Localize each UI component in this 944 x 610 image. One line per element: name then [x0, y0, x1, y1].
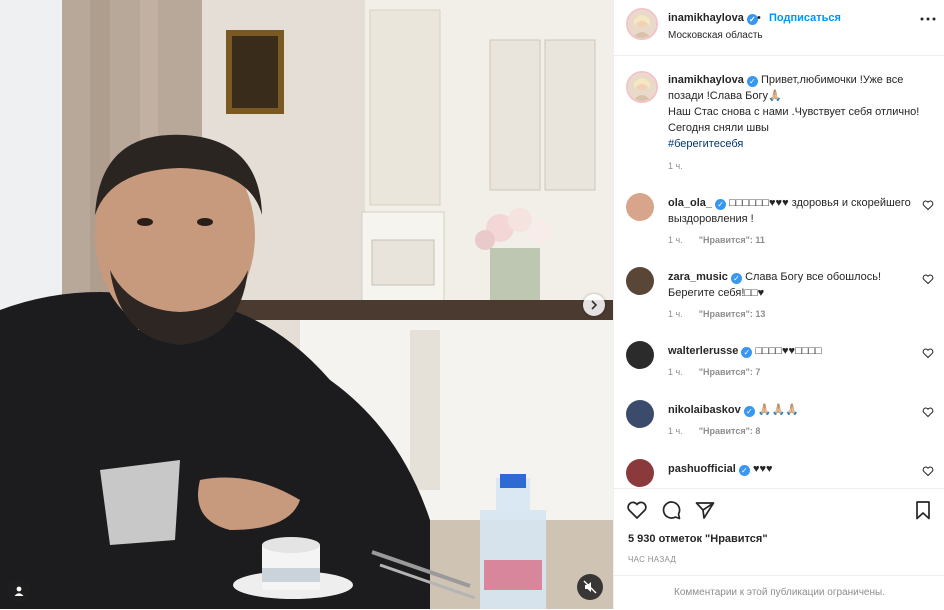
comment-likes[interactable]: "Нравится": 13 — [699, 309, 766, 319]
post-location[interactable]: Московская область — [668, 30, 763, 41]
author-avatar[interactable] — [626, 8, 658, 40]
comment-likes[interactable]: "Нравится": 11 — [699, 235, 765, 245]
comment-time[interactable]: 1 ч. — [668, 309, 683, 319]
mute-icon — [583, 580, 597, 594]
commenter-avatar[interactable] — [626, 459, 654, 487]
comment-icon[interactable] — [660, 499, 682, 521]
comment-body: zara_music ✓ Слава Богу все обошлось! Бе… — [668, 269, 918, 301]
caption-text: inamikhaylova ✓ Привет,любимочки !Уже вс… — [668, 72, 940, 152]
comment-body: ola_ola_ ✓ □□□□□□♥♥♥ здоровья и скорейше… — [668, 195, 918, 227]
comment-meta: 1 ч. "Нравится": 8 — [668, 426, 760, 436]
next-media-button[interactable] — [583, 294, 605, 316]
comment-text: □□□□♥♥□□□□ — [755, 345, 822, 357]
heart-icon[interactable] — [922, 406, 934, 418]
verified-icon: ✓ — [743, 406, 755, 417]
likes-count[interactable]: 5 930 отметок "Нравится" — [628, 533, 768, 545]
post-sidebar: inamikhaylova ✓ • Подписаться Московская… — [613, 0, 944, 609]
comment-likes[interactable]: "Нравится": 8 — [699, 426, 761, 436]
comment-body: nikolaibaskov ✓ 🙏🏼🙏🏼🙏🏼 — [668, 402, 918, 418]
tag-user-icon — [14, 586, 24, 596]
verified-icon: ✓ — [731, 273, 742, 284]
chevron-right-icon — [591, 300, 598, 310]
author-name[interactable]: inamikhaylova — [668, 12, 744, 24]
follow-button[interactable]: Подписаться — [769, 12, 841, 24]
comment-time[interactable]: 1 ч. — [668, 367, 683, 377]
comment-body: walterlerusse ✓ □□□□♥♥□□□□ — [668, 343, 918, 359]
heart-icon[interactable] — [922, 273, 934, 285]
comment-username[interactable]: pashuofficial — [668, 463, 736, 475]
commenter-avatar[interactable] — [626, 193, 654, 221]
verified-icon: ✓ — [715, 199, 727, 210]
comment-username[interactable]: zara_music — [668, 271, 728, 283]
comment-time[interactable]: 1 ч. — [668, 235, 683, 245]
comment-body: pashuofficial ✓ ♥♥♥ — [668, 461, 918, 477]
video-frame — [0, 0, 613, 609]
more-icon[interactable] — [919, 13, 937, 25]
caption-line-2: Наш Стас снова с нами .Чувствует себя от… — [668, 106, 920, 134]
caption-time[interactable]: 1 ч. — [668, 161, 683, 171]
commenter-avatar[interactable] — [626, 400, 654, 428]
post-header: inamikhaylova ✓ • Подписаться Московская… — [614, 0, 944, 56]
caption-hashtag[interactable]: #берегитесебя — [668, 138, 743, 150]
comment-likes[interactable]: "Нравится": 7 — [699, 367, 761, 377]
tag-user-button[interactable] — [8, 580, 30, 602]
author-avatar[interactable] — [626, 71, 658, 103]
share-icon[interactable] — [694, 499, 716, 521]
comment-text: ♥♥♥ — [752, 463, 773, 475]
comment-text: 🙏🏼🙏🏼🙏🏼 — [757, 404, 799, 416]
comments-list[interactable]: inamikhaylova ✓ Привет,любимочки !Уже вс… — [614, 57, 944, 487]
post-video[interactable] — [0, 0, 613, 609]
comment-username[interactable]: walterlerusse — [668, 345, 738, 357]
comment-username[interactable]: ola_ola_ — [668, 197, 712, 209]
caption-username[interactable]: inamikhaylova — [668, 74, 744, 86]
mute-button[interactable] — [577, 574, 603, 600]
verified-icon: ✓ — [738, 465, 750, 476]
comment-meta: 1 ч. "Нравится": 13 — [668, 309, 765, 319]
comment-username[interactable]: nikolaibaskov — [668, 404, 741, 416]
author-username[interactable]: inamikhaylova ✓ — [668, 12, 758, 25]
commenter-avatar[interactable] — [626, 341, 654, 369]
heart-icon[interactable] — [922, 347, 934, 359]
comment-meta: 1 ч. "Нравится": 7 — [668, 367, 760, 377]
heart-icon[interactable] — [922, 465, 934, 477]
heart-icon[interactable] — [626, 499, 648, 521]
verified-icon: ✓ — [741, 347, 753, 358]
comment-meta: 1 ч. "Нравится": 11 — [668, 235, 765, 245]
verified-icon: ✓ — [746, 76, 758, 87]
post-time[interactable]: ЧАС НАЗАД — [628, 555, 676, 564]
instagram-post: inamikhaylova ✓ • Подписаться Московская… — [0, 0, 944, 609]
post-actions: 5 930 отметок "Нравится" ЧАС НАЗАД Комме… — [614, 488, 944, 609]
heart-icon[interactable] — [922, 199, 934, 211]
bookmark-icon[interactable] — [912, 499, 934, 521]
comments-restricted-notice: Комментарии к этой публикации ограничены… — [614, 575, 944, 610]
separator-dot: • — [757, 12, 761, 24]
comment-time[interactable]: 1 ч. — [668, 426, 683, 436]
commenter-avatar[interactable] — [626, 267, 654, 295]
